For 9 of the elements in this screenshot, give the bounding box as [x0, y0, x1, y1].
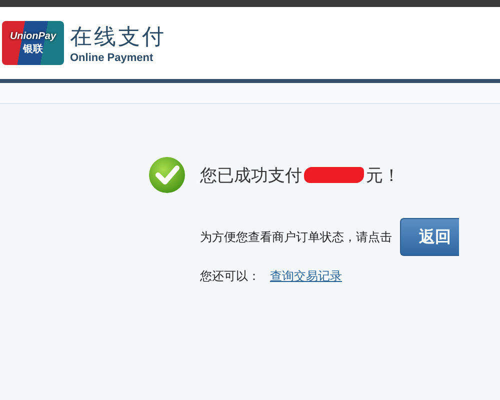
logo-text: 银联 — [23, 42, 43, 56]
site-subtitle: Online Payment — [70, 52, 154, 64]
checkmark-icon — [148, 156, 186, 194]
success-message: 您已成功支付 元！ — [200, 164, 400, 186]
history-link[interactable]: 查询交易记录 — [270, 268, 342, 285]
hint-text: 为方便您查看商户订单状态，请点击 — [200, 228, 392, 246]
return-button[interactable]: 返回 — [400, 218, 459, 256]
site-title: 在线支付 — [70, 24, 166, 52]
also-label: 您还可以： — [200, 268, 260, 285]
